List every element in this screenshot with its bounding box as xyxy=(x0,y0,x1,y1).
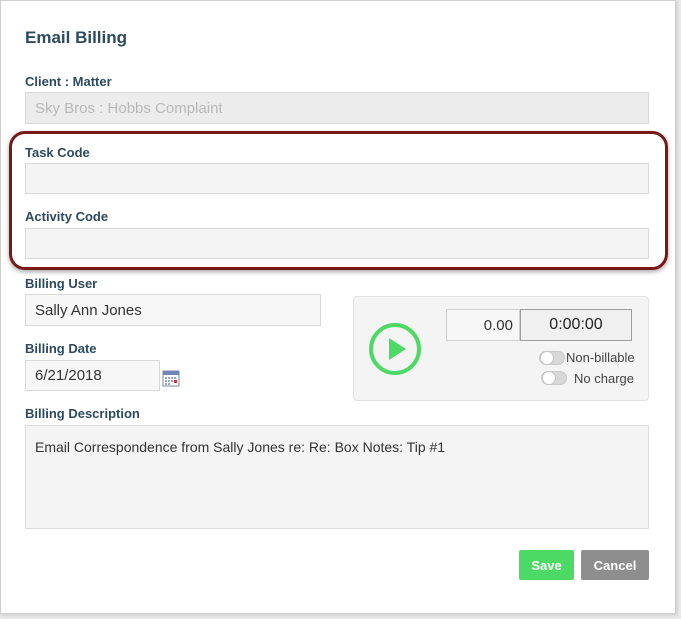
billing-date-field[interactable]: 6/21/2018 xyxy=(25,360,160,391)
toggle-knob xyxy=(540,351,554,365)
billing-description-label: Billing Description xyxy=(25,406,140,421)
no-charge-toggle[interactable] xyxy=(541,371,567,385)
client-matter-label: Client : Matter xyxy=(25,74,112,89)
non-billable-toggle[interactable] xyxy=(539,351,565,365)
toggle-knob xyxy=(542,371,556,385)
play-circle-icon[interactable] xyxy=(367,321,423,377)
billing-date-label: Billing Date xyxy=(25,341,97,356)
non-billable-label: Non-billable xyxy=(566,350,635,365)
billing-description-field[interactable]: Email Correspondence from Sally Jones re… xyxy=(25,425,649,529)
timer-duration-field[interactable]: 0:00:00 xyxy=(520,309,632,341)
billing-user-label: Billing User xyxy=(25,276,98,291)
email-billing-dialog: Email Billing Client : Matter Sky Bros :… xyxy=(0,0,676,614)
cancel-button[interactable]: Cancel xyxy=(581,550,649,580)
billing-user-field[interactable]: Sally Ann Jones xyxy=(25,294,321,326)
save-button[interactable]: Save xyxy=(519,550,574,580)
client-matter-field: Sky Bros : Hobbs Complaint xyxy=(25,92,649,124)
timer-amount-field[interactable]: 0.00 xyxy=(446,309,520,341)
dialog-title: Email Billing xyxy=(25,28,128,47)
highlight-annotation xyxy=(9,131,668,270)
calendar-icon[interactable] xyxy=(162,369,180,387)
no-charge-label: No charge xyxy=(574,371,634,386)
